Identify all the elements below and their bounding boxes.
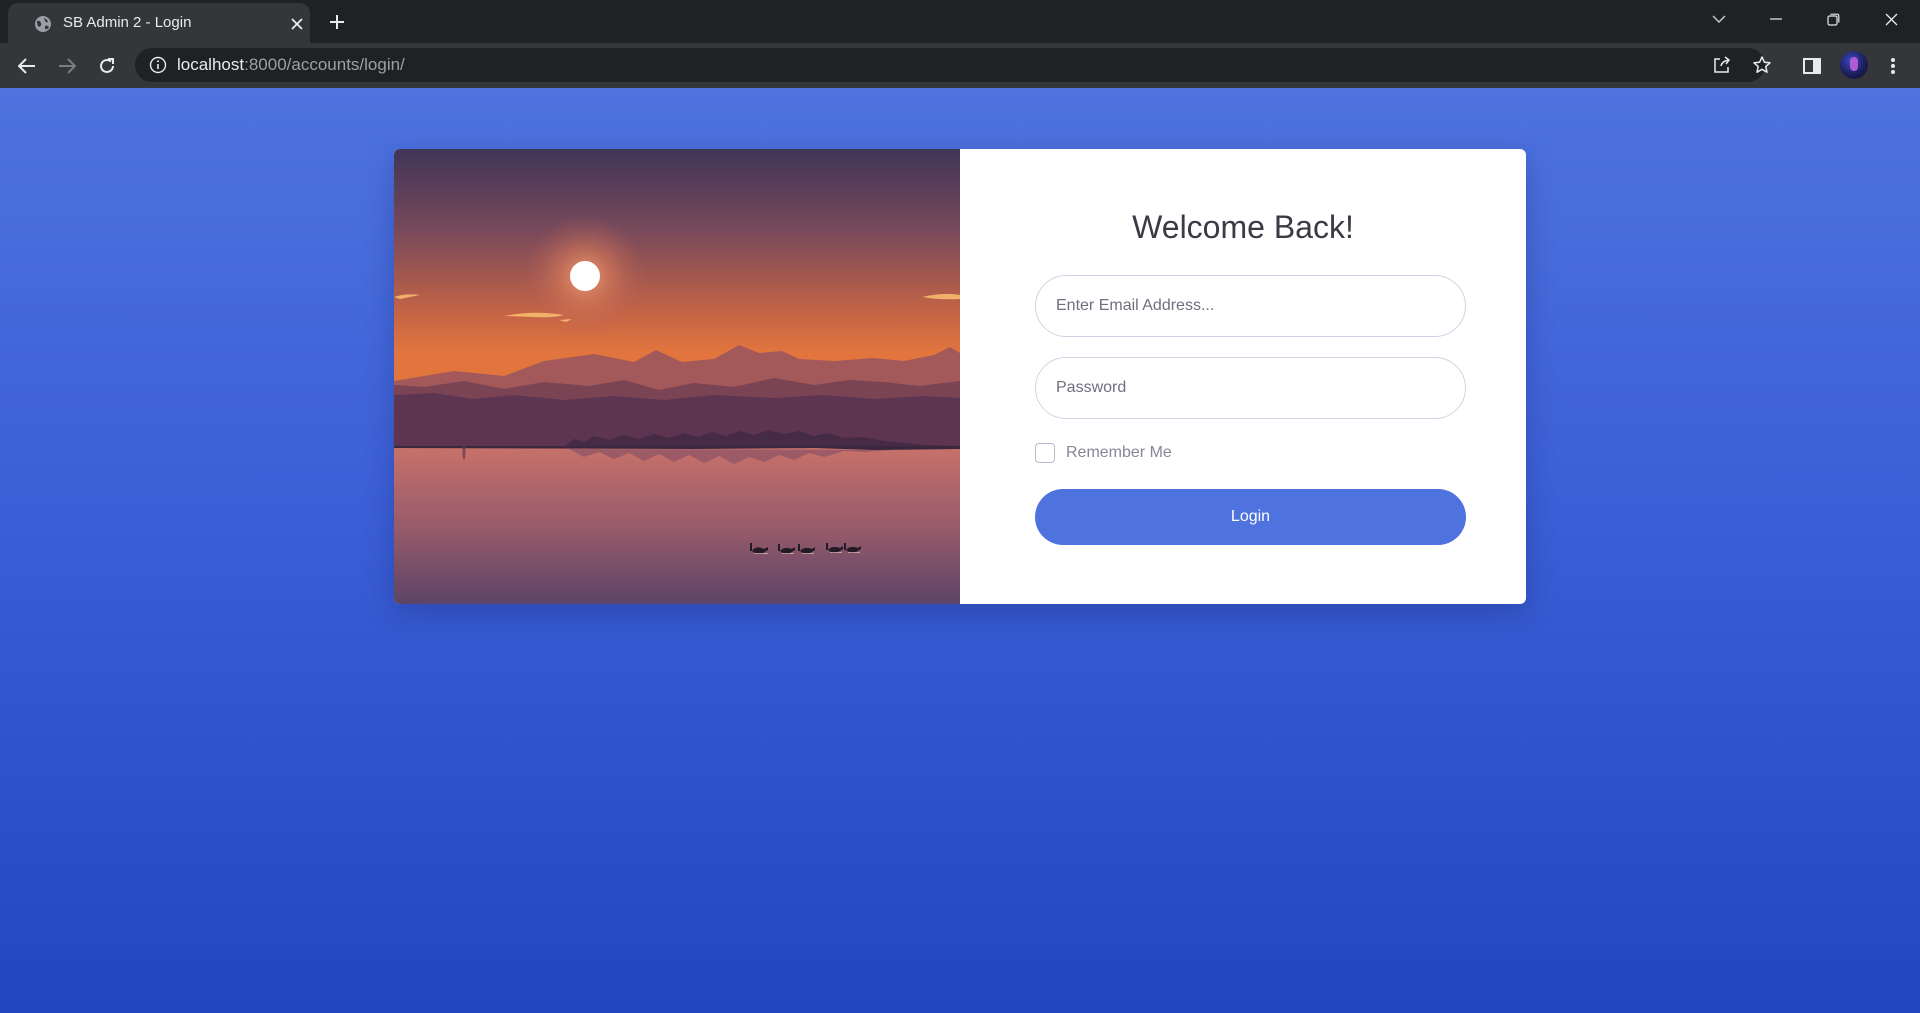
login-card: Welcome Back! Remember Me Login — [394, 149, 1526, 604]
close-icon[interactable] — [288, 15, 306, 33]
url-host: localhost — [177, 55, 245, 74]
share-icon[interactable] — [1710, 53, 1734, 77]
address-bar[interactable]: localhost:8000/accounts/login/ — [135, 48, 1771, 82]
browser-tab[interactable]: SB Admin 2 - Login — [8, 3, 310, 43]
side-panel-icon[interactable] — [1799, 52, 1825, 80]
chevron-down-icon[interactable] — [1705, 8, 1733, 30]
url-path: :8000/accounts/login/ — [244, 55, 405, 74]
globe-icon — [35, 16, 51, 32]
browser-toolbar: localhost:8000/accounts/login/ — [0, 43, 1920, 88]
remember-me-checkbox[interactable] — [1035, 443, 1055, 463]
plus-icon[interactable] — [326, 11, 348, 33]
reload-icon[interactable] — [93, 52, 121, 80]
restore-icon[interactable] — [1819, 8, 1847, 30]
back-arrow-icon[interactable] — [13, 52, 41, 80]
remember-me[interactable]: Remember Me — [1035, 442, 1172, 464]
tab-strip: SB Admin 2 - Login — [0, 0, 1920, 43]
login-form: Welcome Back! Remember Me Login — [960, 149, 1526, 604]
page-background: Welcome Back! Remember Me Login — [0, 88, 1920, 1013]
email-field[interactable] — [1035, 275, 1466, 337]
password-field[interactable] — [1035, 357, 1466, 419]
info-icon[interactable] — [149, 56, 167, 74]
star-icon[interactable] — [1750, 53, 1774, 77]
remember-me-label[interactable]: Remember Me — [1066, 443, 1172, 463]
tab-title: SB Admin 2 - Login — [63, 14, 192, 31]
forward-arrow-icon[interactable] — [53, 52, 81, 80]
menu-icon[interactable] — [1880, 52, 1906, 80]
sunset-illustration — [394, 149, 960, 604]
minimize-icon[interactable] — [1762, 8, 1790, 30]
login-button[interactable]: Login — [1035, 489, 1466, 545]
page-title: Welcome Back! — [1132, 209, 1354, 245]
url-text: localhost:8000/accounts/login/ — [177, 55, 405, 75]
avatar[interactable] — [1840, 51, 1868, 79]
window-close-icon[interactable] — [1877, 8, 1905, 30]
